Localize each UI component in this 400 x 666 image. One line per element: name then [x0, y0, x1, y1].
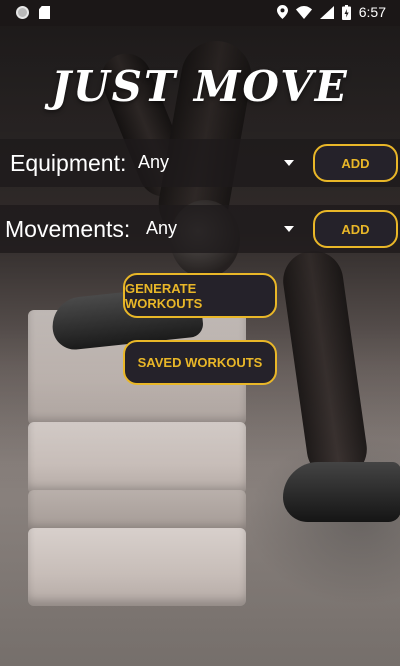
status-bar: 6:57 [0, 0, 400, 26]
add-equipment-button[interactable]: ADD [313, 144, 398, 182]
status-left [16, 6, 50, 19]
equipment-label: Equipment: [10, 150, 127, 176]
sd-card-icon [39, 6, 50, 19]
equipment-row: Equipment: Any ADD [0, 139, 400, 187]
app-title: JUST MOVE [51, 62, 349, 111]
status-right: 6:57 [276, 4, 386, 20]
clock: 6:57 [358, 4, 386, 20]
movements-row: Movements: Any ADD [0, 205, 400, 253]
location-icon [276, 5, 288, 19]
signal-icon [319, 5, 334, 19]
chevron-down-icon[interactable] [284, 226, 294, 232]
generate-workouts-button[interactable]: GENERATE WORKOUTS [123, 273, 277, 318]
equipment-dropdown[interactable]: Any [138, 152, 169, 173]
movements-dropdown[interactable]: Any [146, 218, 177, 239]
saved-workouts-button[interactable]: SAVED WORKOUTS [123, 340, 277, 385]
movements-label: Movements: [5, 216, 131, 242]
notification-dot-icon [16, 6, 29, 19]
battery-charging-icon [341, 4, 351, 20]
add-movement-button[interactable]: ADD [313, 210, 398, 248]
wifi-icon [295, 5, 312, 19]
chevron-down-icon[interactable] [284, 160, 294, 166]
